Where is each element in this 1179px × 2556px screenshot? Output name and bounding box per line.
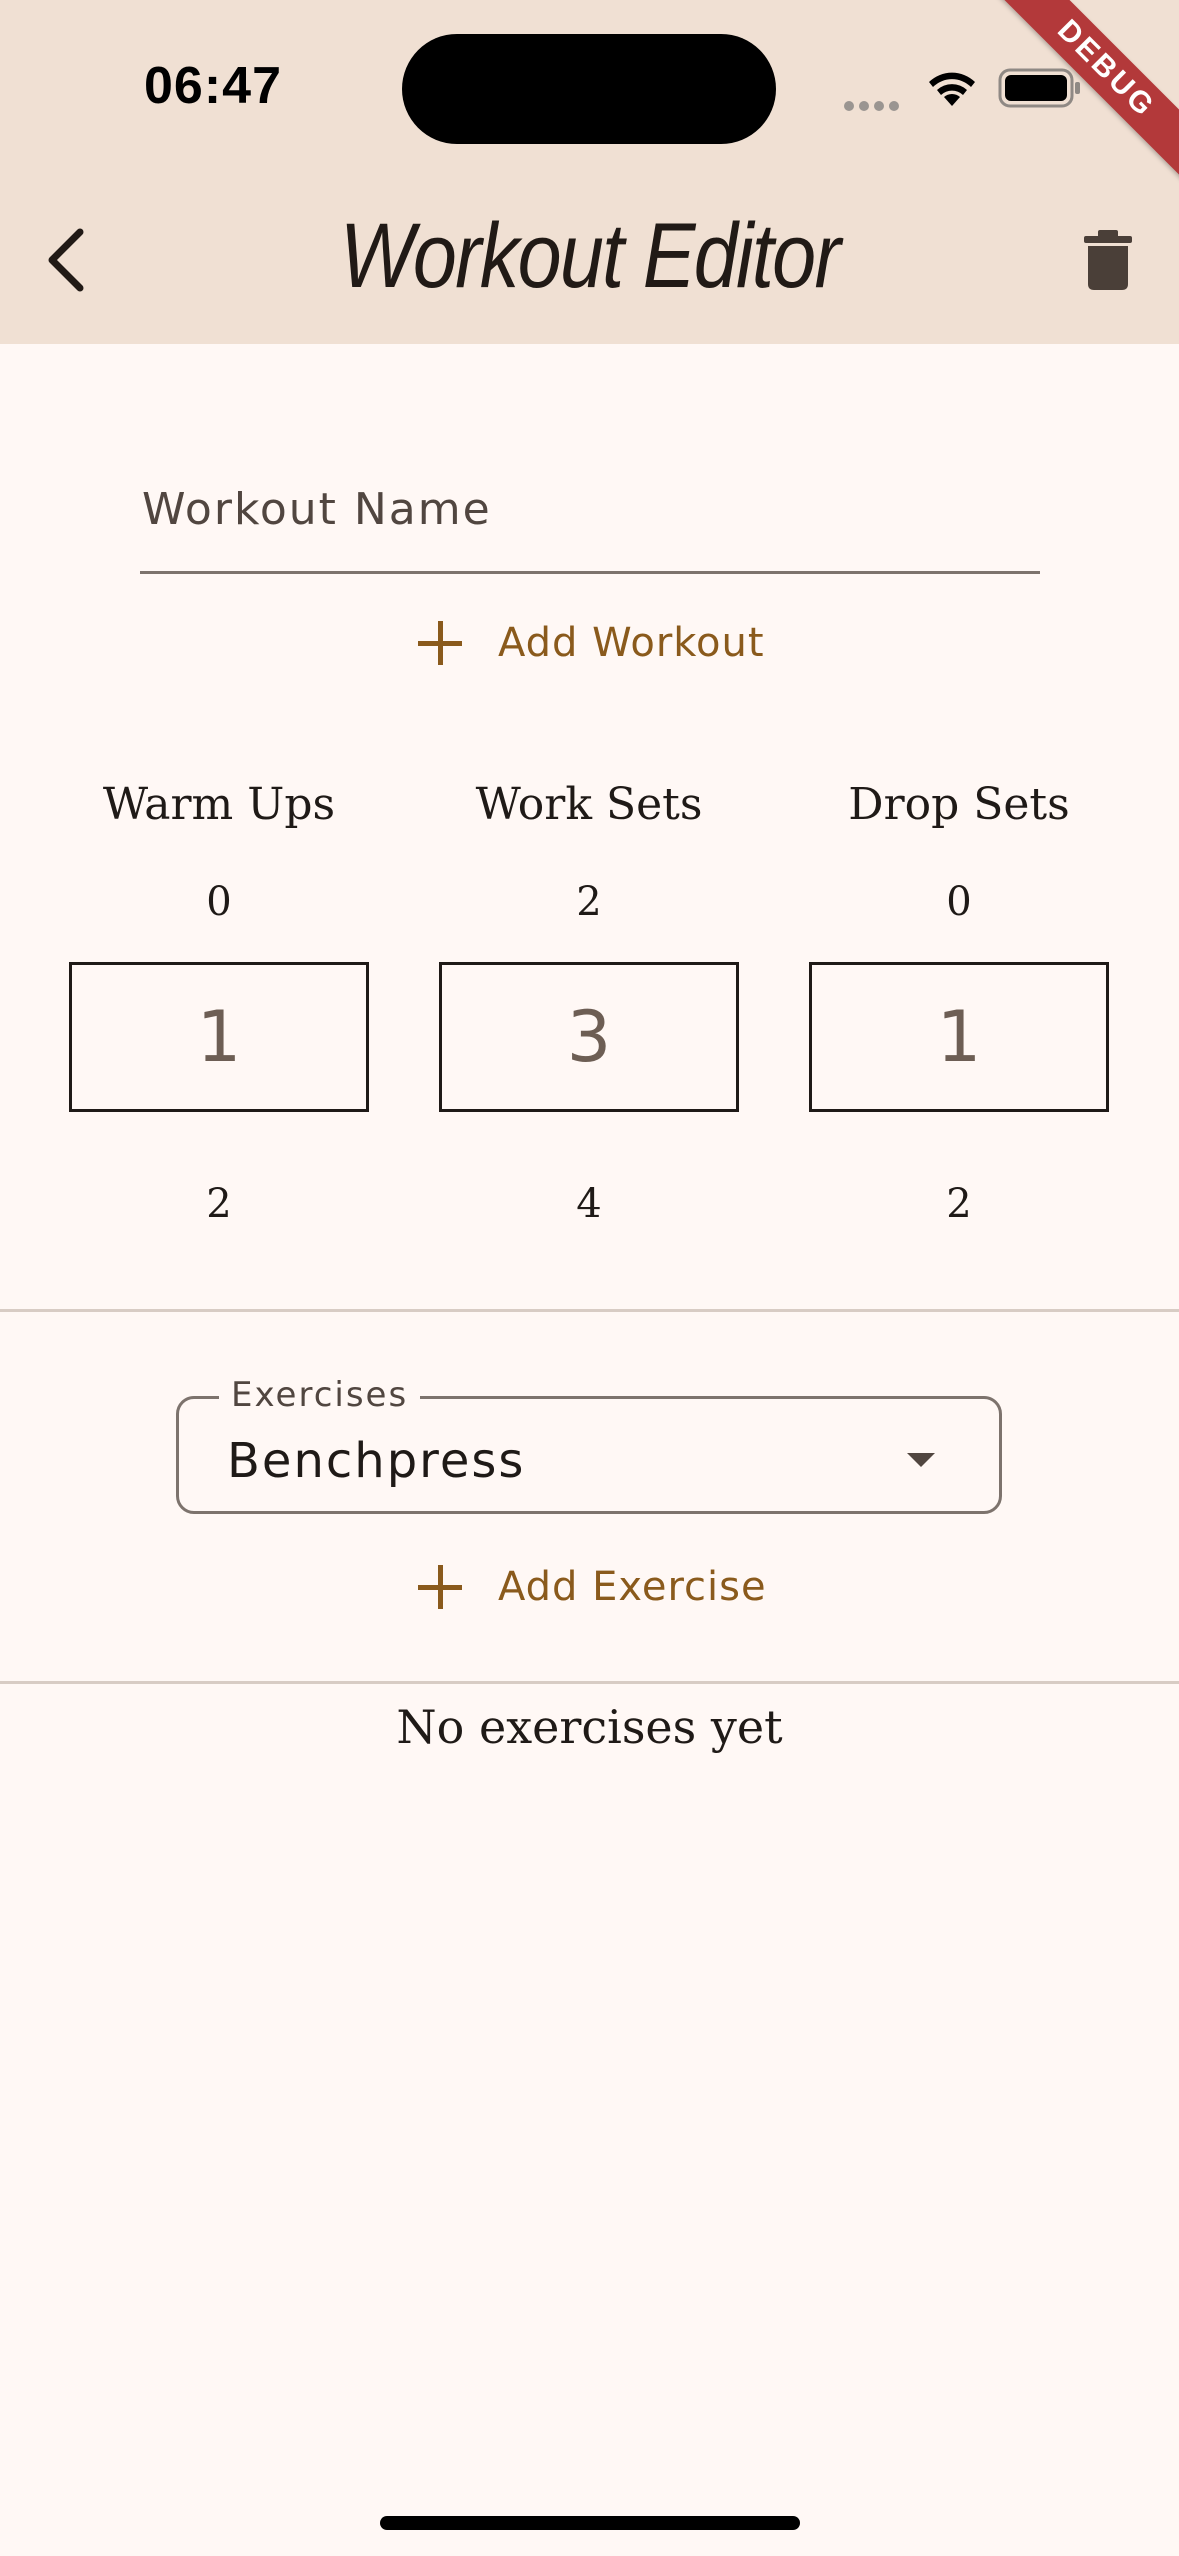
workout-name-input[interactable] xyxy=(140,440,1040,571)
picker-next-value[interactable]: 2 xyxy=(809,1174,1109,1234)
status-time: 06:47 xyxy=(144,57,282,115)
work-sets-picker[interactable]: Work Sets 2 3 4 xyxy=(439,770,739,1234)
empty-state-message: No exercises yet xyxy=(396,1700,783,1754)
picker-prev-value[interactable]: 0 xyxy=(69,872,369,932)
picker-prev-value[interactable]: 2 xyxy=(439,872,739,932)
status-icons xyxy=(844,62,1084,112)
add-exercise-button[interactable]: Add Exercise xyxy=(418,1564,767,1610)
app-bar: 06:47 DEBUG Workout Editor xyxy=(0,0,1179,344)
workout-name-field[interactable] xyxy=(140,440,1040,574)
trash-icon xyxy=(1084,230,1132,290)
wifi-icon xyxy=(929,72,975,106)
picker-next-value[interactable]: 4 xyxy=(439,1174,739,1234)
picker-next-value[interactable]: 2 xyxy=(69,1174,369,1234)
add-exercise-label: Add Exercise xyxy=(498,1564,767,1610)
home-indicator[interactable] xyxy=(380,2516,800,2530)
dropdown-selected-value: Benchpress xyxy=(227,1433,526,1489)
dynamic-island xyxy=(402,34,776,144)
delete-button[interactable] xyxy=(1080,228,1136,292)
drop-sets-picker[interactable]: Drop Sets 0 1 2 xyxy=(809,770,1109,1234)
picker-prev-value[interactable]: 0 xyxy=(809,872,1109,932)
divider xyxy=(0,1309,1179,1312)
cellular-signal-icon xyxy=(844,98,904,116)
picker-selected-value[interactable]: 1 xyxy=(69,962,369,1112)
add-workout-button[interactable]: Add Workout xyxy=(418,620,765,666)
warm-ups-picker[interactable]: Warm Ups 0 1 2 xyxy=(69,770,369,1234)
page-title: Workout Editor xyxy=(339,205,841,307)
plus-icon xyxy=(418,1565,462,1609)
dropdown-arrow-icon xyxy=(907,1453,935,1467)
plus-icon xyxy=(418,621,462,665)
picker-selected-value[interactable]: 3 xyxy=(439,962,739,1112)
divider xyxy=(0,1681,1179,1684)
set-label: Drop Sets xyxy=(848,779,1070,830)
set-label: Warm Ups xyxy=(102,779,336,830)
dropdown-label: Exercises xyxy=(219,1375,421,1415)
battery-icon xyxy=(998,68,1080,108)
add-workout-label: Add Workout xyxy=(498,620,765,666)
picker-selected-value[interactable]: 1 xyxy=(809,962,1109,1112)
set-label: Work Sets xyxy=(475,779,703,830)
exercise-dropdown[interactable]: Exercises Benchpress xyxy=(176,1375,1002,1514)
